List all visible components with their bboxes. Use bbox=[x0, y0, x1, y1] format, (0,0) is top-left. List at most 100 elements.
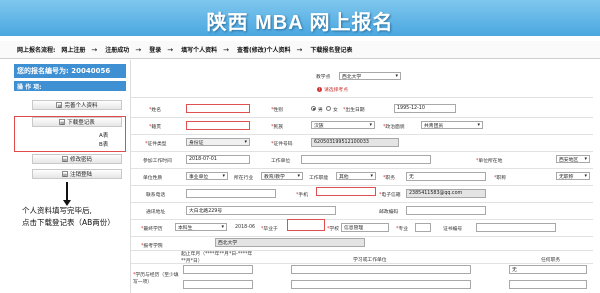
birth-input[interactable]: 1995-12-10 bbox=[394, 104, 456, 113]
gender-male-label: 男 bbox=[318, 108, 323, 113]
birth-label: *出生日期 bbox=[343, 108, 365, 113]
step-register: 网上注册 bbox=[61, 47, 86, 54]
steps-label: 网上报名流程: bbox=[17, 47, 56, 54]
divider bbox=[131, 151, 593, 152]
operations-title: 操 作 项: bbox=[14, 81, 126, 91]
gender-label: *性别 bbox=[271, 108, 284, 113]
adv-label: *报考学院 bbox=[141, 244, 163, 249]
email-input[interactable]: 2385411583@qq.com bbox=[406, 189, 486, 198]
change-password-label: 修改密码 bbox=[69, 157, 92, 163]
complete-info-label: 完善个人资料 bbox=[64, 103, 98, 109]
download-b-link[interactable]: B表 bbox=[99, 140, 108, 148]
origin-input[interactable] bbox=[186, 121, 250, 130]
annotation-line-2: 点击下载登记表（AB两份） bbox=[22, 218, 115, 227]
divider bbox=[131, 219, 593, 220]
unitnature-select[interactable]: 事业单位 bbox=[186, 172, 228, 180]
name-input[interactable] bbox=[186, 104, 250, 113]
worktime-select[interactable]: 其他 bbox=[336, 172, 376, 180]
error-tip-text: 请选择考点 bbox=[324, 88, 348, 93]
page-header: 陕西 MBA 网上报名 bbox=[0, 0, 600, 36]
workstart-label: 参加工作时间 bbox=[143, 159, 172, 164]
table-col-unit: 学习或工作单位 bbox=[353, 258, 387, 263]
experience-position-input[interactable]: 无 bbox=[509, 265, 587, 274]
certno-input[interactable] bbox=[476, 223, 556, 232]
divider bbox=[131, 263, 593, 264]
position-input[interactable]: 无 bbox=[406, 172, 486, 181]
degree-select[interactable]: 本科生 bbox=[175, 223, 227, 231]
document-icon: ▤ bbox=[56, 102, 63, 108]
school-label: *学校 bbox=[327, 227, 340, 232]
postcode-input[interactable] bbox=[406, 206, 486, 215]
gender-female-label: 女 bbox=[333, 108, 338, 113]
idtype-select[interactable]: 身份证 bbox=[186, 138, 250, 146]
address-input[interactable]: 大白北路229号 bbox=[186, 206, 336, 215]
table-col-dates: 起止年月（****年**月*日-****年**月*日） bbox=[181, 252, 253, 264]
exam-site-label: 教学点 bbox=[316, 75, 331, 80]
title-select[interactable]: 无职称 bbox=[556, 172, 590, 180]
idno-input[interactable]: 620503199512100033 bbox=[311, 138, 399, 147]
graddate-value: 2018-06 bbox=[235, 225, 256, 230]
experience-unit-input[interactable] bbox=[291, 265, 471, 274]
exam-site-select[interactable]: 西北大学 bbox=[339, 72, 401, 80]
divider bbox=[131, 236, 593, 237]
experience-dates-input[interactable] bbox=[183, 265, 253, 274]
address-label: 通讯地址 bbox=[146, 210, 166, 215]
workstart-input[interactable]: 2018-07-01 bbox=[186, 155, 250, 164]
arrow-icon: → bbox=[296, 45, 303, 54]
experience-unit-input-2[interactable] bbox=[291, 280, 471, 289]
workplace-label: 工作单位 bbox=[271, 159, 291, 164]
certno-label: 证书编号 bbox=[443, 227, 463, 232]
process-steps: 网上报名流程: 网上注册 → 注册成功 → 登录 → 填写个人资料 → 查看(修… bbox=[0, 41, 600, 59]
gender-female-radio[interactable] bbox=[326, 106, 331, 111]
key-icon: ▤ bbox=[61, 156, 68, 162]
step-download-form: 下载报名登记表 bbox=[310, 47, 353, 54]
workplace-input[interactable] bbox=[301, 155, 431, 164]
divider bbox=[131, 117, 593, 118]
politics-select[interactable]: 共青团员 bbox=[421, 121, 483, 129]
gender-male-radio[interactable] bbox=[311, 106, 316, 111]
experience-label: *学历与经历（至少填写一项） bbox=[133, 273, 179, 285]
logout-icon: ▤ bbox=[61, 171, 68, 177]
arrow-icon: → bbox=[223, 45, 229, 54]
registration-number: 您的报名编号为: 20040056 bbox=[14, 64, 126, 78]
industry-label: 所在行业 bbox=[234, 176, 254, 181]
phone-input[interactable] bbox=[186, 189, 276, 198]
major-input[interactable] bbox=[415, 223, 431, 232]
graduated-from-input[interactable] bbox=[287, 219, 325, 231]
arrow-icon: → bbox=[91, 45, 98, 54]
page-title: 陕西 MBA 网上报名 bbox=[206, 12, 394, 34]
highlight-box bbox=[14, 116, 126, 152]
registration-form: 教学点 西北大学 ! 请选择考点 *姓名 *性别 男 女 *出生日期 1995-… bbox=[130, 60, 593, 293]
politics-label: *政治面貌 bbox=[383, 125, 405, 130]
name-label: *姓名 bbox=[149, 108, 162, 113]
title-label: *职称 bbox=[494, 176, 507, 181]
experience-position-input-2[interactable] bbox=[509, 280, 587, 289]
school-input[interactable]: 信息管理 bbox=[341, 223, 389, 232]
idno-label: *证件号码 bbox=[271, 142, 293, 147]
major-label: *专业 bbox=[396, 227, 409, 232]
logout-button[interactable]: ▤ 注销登陆 bbox=[32, 169, 122, 179]
table-col-position: 任何职务 bbox=[541, 258, 561, 263]
experience-dates-input-2[interactable] bbox=[183, 280, 253, 289]
industry-select[interactable]: 教育/教学 bbox=[261, 172, 303, 180]
logout-label: 注销登陆 bbox=[69, 172, 92, 178]
adv-input[interactable]: 西北大学 bbox=[215, 238, 365, 247]
degree-label: *最终学历 bbox=[141, 227, 163, 232]
step-view-info: 查看(修改)个人资料 bbox=[236, 47, 291, 54]
mobile-input[interactable] bbox=[316, 187, 376, 196]
unitnature-label: 单位性质 bbox=[143, 176, 163, 181]
postcode-label: 邮政编码 bbox=[379, 210, 399, 215]
location-select[interactable]: 西安地区 bbox=[556, 155, 590, 163]
sidebar: 您的报名编号为: 20040056 操 作 项: ▤ 完善个人资料 ▤ 下载登记… bbox=[14, 64, 126, 289]
error-icon: ! bbox=[317, 87, 322, 92]
annotation-arrow bbox=[66, 182, 68, 202]
ethnic-select[interactable]: 汉族 bbox=[311, 121, 375, 129]
position-label: *职务 bbox=[383, 176, 396, 181]
divider bbox=[131, 202, 593, 203]
arrow-icon: → bbox=[135, 45, 142, 54]
complete-info-button[interactable]: ▤ 完善个人资料 bbox=[32, 100, 122, 110]
download-a-link[interactable]: A表 bbox=[99, 131, 108, 139]
change-password-button[interactable]: ▤ 修改密码 bbox=[32, 154, 122, 164]
ethnic-label: *民族 bbox=[271, 125, 284, 130]
divider bbox=[131, 97, 593, 98]
